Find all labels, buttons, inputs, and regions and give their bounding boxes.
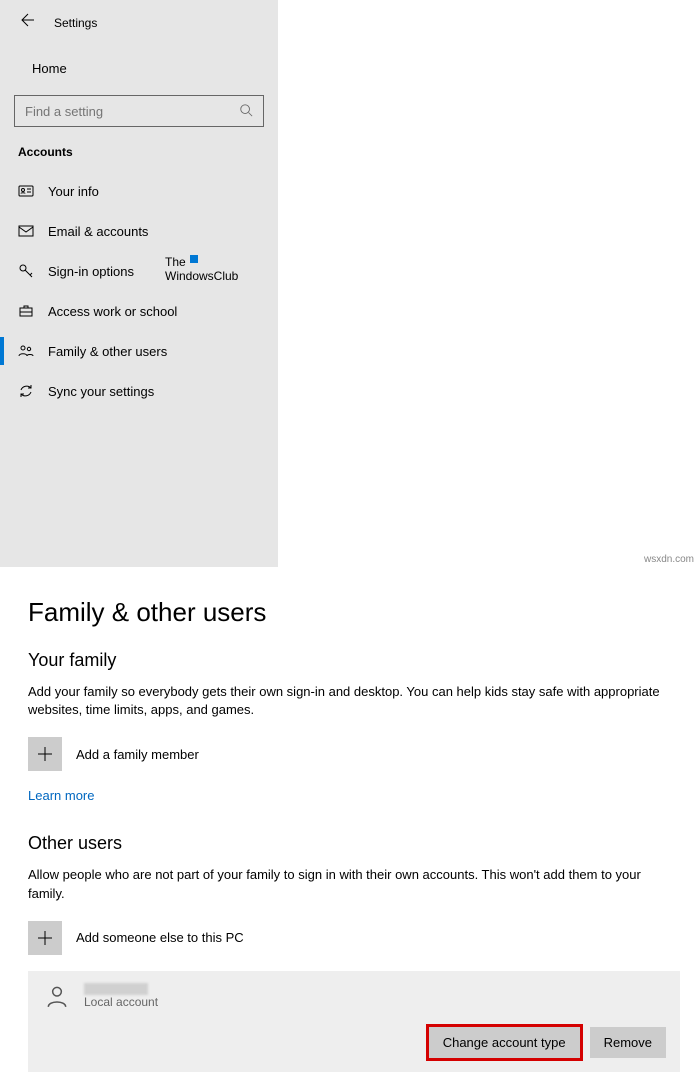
- sidebar-item-label: Access work or school: [48, 304, 177, 319]
- page-title: Family & other users: [28, 597, 680, 628]
- sidebar-item-family-other-users[interactable]: Family & other users: [0, 331, 278, 371]
- your-family-heading: Your family: [28, 650, 680, 671]
- home-nav[interactable]: Home: [0, 51, 278, 85]
- search-icon: [239, 103, 253, 120]
- sidebar-item-label: Sync your settings: [48, 384, 154, 399]
- search-input[interactable]: [25, 104, 239, 119]
- mail-icon: [18, 223, 34, 239]
- add-family-member-row[interactable]: Add a family member: [28, 737, 680, 771]
- sidebar-item-label: Your info: [48, 184, 99, 199]
- user-account-type: Local account: [84, 995, 158, 1009]
- sidebar-item-access-work-school[interactable]: Access work or school: [0, 291, 278, 331]
- sidebar-item-sync-settings[interactable]: Sync your settings: [0, 371, 278, 411]
- watermark: The WindowsClub: [165, 255, 238, 284]
- plus-icon: [28, 921, 62, 955]
- footer-watermark: wsxdn.com: [644, 554, 694, 565]
- user-account-header: Local account: [42, 981, 666, 1011]
- main-content: Family & other users Your family Add you…: [0, 567, 700, 1072]
- plus-icon: [28, 737, 62, 771]
- user-account-info: Local account: [84, 983, 158, 1009]
- change-account-type-button[interactable]: Change account type: [429, 1027, 580, 1058]
- sidebar: Settings Home Accounts Your info Email &…: [0, 0, 278, 567]
- person-card-icon: [18, 183, 34, 199]
- sidebar-header: Settings: [0, 12, 278, 51]
- key-icon: [18, 263, 34, 279]
- windowsclub-logo-icon: [190, 255, 198, 263]
- sync-icon: [18, 383, 34, 399]
- back-icon[interactable]: [18, 12, 34, 33]
- user-account-name-redacted: [84, 983, 148, 995]
- add-other-user-row[interactable]: Add someone else to this PC: [28, 921, 680, 955]
- sidebar-item-label: Family & other users: [48, 344, 167, 359]
- your-family-description: Add your family so everybody gets their …: [28, 683, 680, 719]
- search-input-wrapper[interactable]: [14, 95, 264, 127]
- settings-title: Settings: [54, 16, 97, 30]
- sidebar-item-email-accounts[interactable]: Email & accounts: [0, 211, 278, 251]
- people-icon: [18, 343, 34, 359]
- sidebar-item-label: Sign-in options: [48, 264, 134, 279]
- other-users-description: Allow people who are not part of your fa…: [28, 866, 680, 902]
- other-users-heading: Other users: [28, 833, 680, 854]
- user-account-block[interactable]: Local account Change account type Remove: [28, 971, 680, 1072]
- learn-more-link[interactable]: Learn more: [28, 788, 94, 803]
- add-family-label: Add a family member: [76, 747, 199, 762]
- sidebar-item-your-info[interactable]: Your info: [0, 171, 278, 211]
- avatar-icon: [42, 981, 72, 1011]
- sidebar-item-label: Email & accounts: [48, 224, 148, 239]
- user-account-actions: Change account type Remove: [42, 1027, 666, 1058]
- add-other-label: Add someone else to this PC: [76, 930, 244, 945]
- section-title: Accounts: [0, 145, 278, 171]
- briefcase-icon: [18, 303, 34, 319]
- home-label: Home: [32, 61, 67, 76]
- remove-account-button[interactable]: Remove: [590, 1027, 666, 1058]
